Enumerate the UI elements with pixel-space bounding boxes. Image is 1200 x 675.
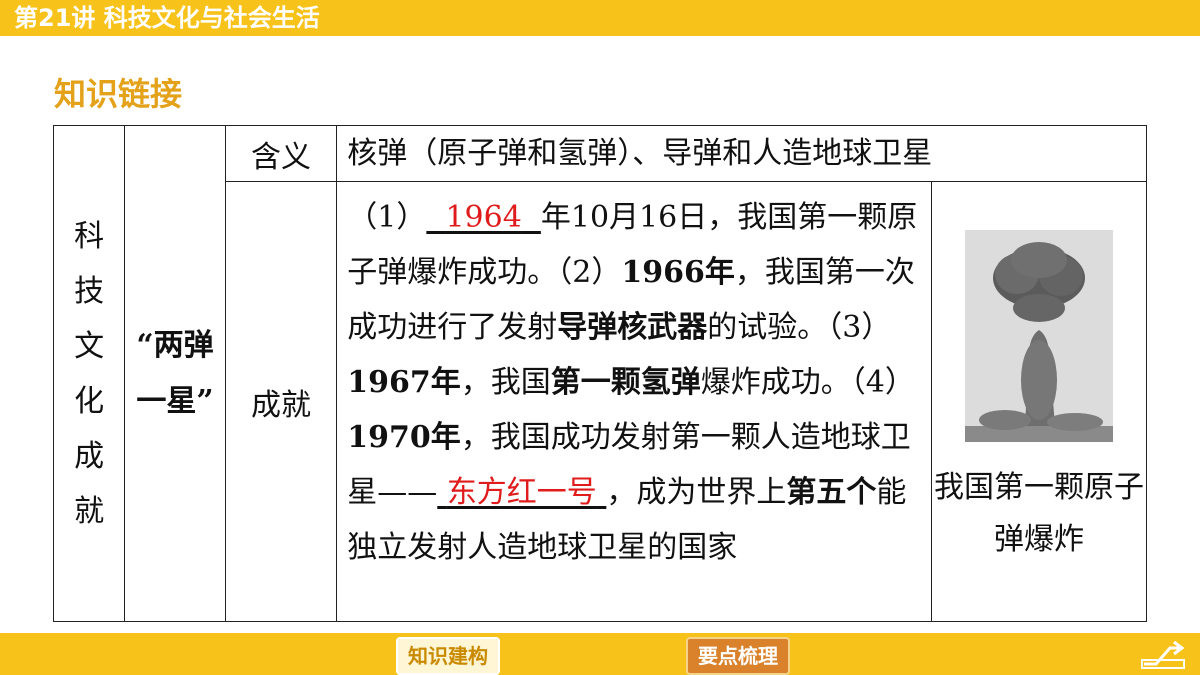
ach-p2-bold: 导弹核武器 [557, 310, 708, 345]
ach-p3-bold: 第一颗氢弹 [550, 365, 701, 400]
category-cell: 科技文化成就 [52, 125, 126, 622]
return-icon[interactable] [1140, 640, 1186, 670]
lesson-title: 第21讲 科技文化与社会生活 [14, 4, 320, 32]
footer-bar [0, 633, 1200, 675]
section-heading: 知识链接 [54, 75, 183, 113]
ach-p4-bold: 第五个 [786, 475, 877, 510]
ach-p1-prefix: （1） [347, 200, 427, 235]
achievement-label-cell: 成就 [224, 181, 338, 622]
key-points-button[interactable]: 要点梳理 [686, 637, 790, 675]
ach-p4-text-b: ，成为世界上 [606, 475, 787, 510]
ach-p3-prefix: （3） [827, 310, 892, 345]
achievement-label: 成就 [251, 387, 312, 423]
meaning-text: 核弹（原子弹和氢弹）、导弹和人造地球卫星 [347, 136, 933, 171]
mushroom-cloud-image [964, 230, 1113, 442]
knowledge-build-button[interactable]: 知识建构 [396, 637, 500, 675]
ach-p4-year: 1970年 [347, 420, 461, 455]
meaning-text-cell: 核弹（原子弹和氢弹）、导弹和人造地球卫星 [336, 125, 1147, 182]
ach-p3-year: 1967年 [347, 365, 461, 400]
blank-answer-dfh: 东方红一号 [437, 475, 606, 510]
ach-p4-prefix: （4） [850, 365, 915, 400]
meaning-label-cell: 含义 [224, 125, 338, 182]
ach-p3-text-b: 爆炸成功。 [700, 365, 851, 400]
blank-answer-text-2: 东方红一号 [446, 475, 597, 510]
image-cell: 我国第一颗原子弹爆炸 [930, 181, 1148, 622]
ach-p3-text-a: ，我国 [460, 365, 551, 400]
blank-answer-text-1: 1964 [445, 200, 522, 235]
ach-p2-text-b: 的试验。 [707, 310, 828, 345]
mushroom-cloud-photo [964, 230, 1113, 442]
achievement-text-cell: （1） 1964 年10月16日，我国第一颗原子弹爆炸成功。（2）1966年，我… [336, 181, 932, 622]
topic-label: “两弹一星” [136, 327, 214, 419]
category-label: 科技文化成就 [74, 218, 105, 529]
header-bar: 第21讲 科技文化与社会生活 [0, 0, 1200, 36]
ach-p2-prefix: （2） [557, 255, 622, 290]
knowledge-table: 科技文化成就 “两弹一星” 含义 核弹（原子弹和氢弹）、导弹和人造地球卫星 成就… [52, 125, 1148, 622]
ach-p2-year: 1966年 [621, 255, 735, 290]
meaning-label: 含义 [251, 139, 312, 175]
topic-cell: “两弹一星” [124, 125, 226, 622]
image-caption: 我国第一颗原子弹爆炸 [933, 470, 1144, 557]
blank-answer-1964: 1964 [426, 200, 541, 235]
